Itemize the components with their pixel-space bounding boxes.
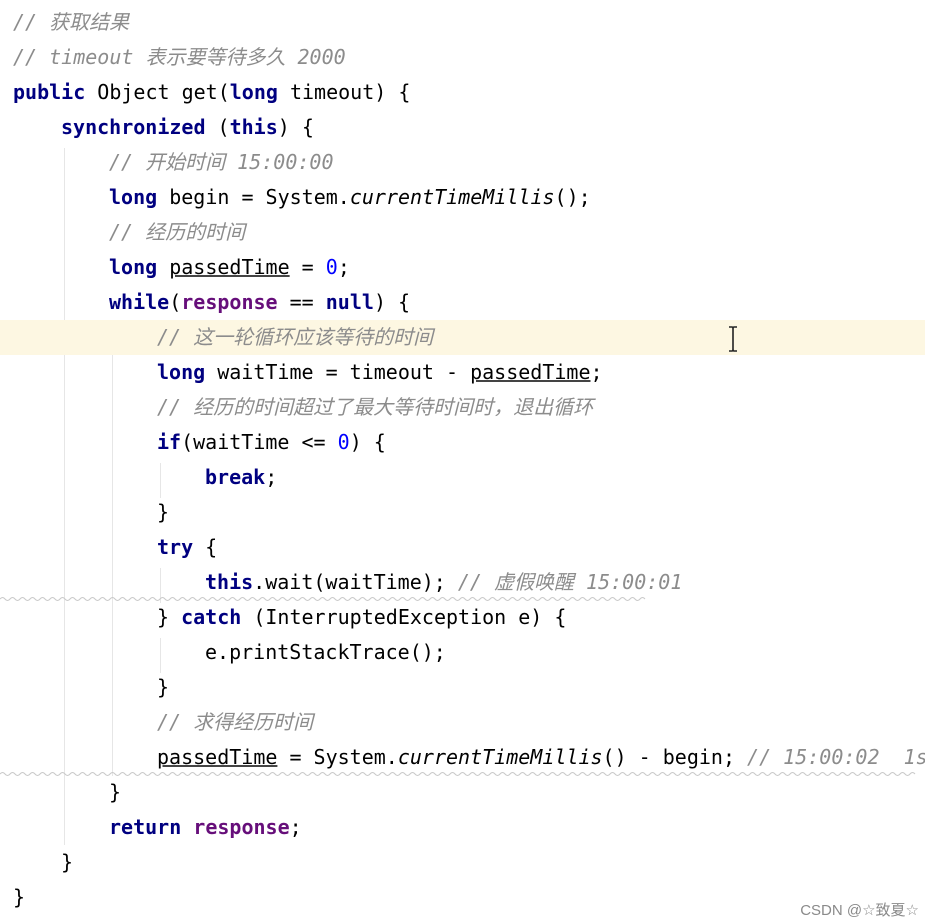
warning-squiggle: [0, 772, 916, 776]
keyword-token: while: [109, 290, 170, 314]
comment-token: // 获取结果: [13, 10, 130, 34]
code-line[interactable]: // 求得经历时间: [0, 705, 925, 740]
code-token: ) {: [277, 115, 314, 139]
comment-token: // 15:00:02 1s: [747, 745, 925, 769]
code-line[interactable]: synchronized (this) {: [0, 110, 925, 145]
code-token: timeout) {: [289, 80, 411, 104]
number-literal: 0: [325, 255, 338, 279]
field-token: response: [181, 290, 278, 314]
code-line[interactable]: long waitTime = timeout - passedTime;: [0, 355, 925, 390]
comment-token: // 这一轮循环应该等待的时间: [157, 325, 434, 349]
text-cursor-icon: [729, 326, 737, 352]
code-line[interactable]: while(response == null) {: [0, 285, 925, 320]
comment-token: // 虚假唤醒 15:00:01: [457, 570, 683, 594]
code-token: }: [157, 675, 170, 699]
code-token: =: [289, 255, 326, 279]
comment-token: // 经历的时间超过了最大等待时间时，退出循环: [157, 395, 594, 419]
code-line[interactable]: // 获取结果: [0, 5, 925, 40]
code-line[interactable]: }: [0, 670, 925, 705]
code-line[interactable]: long begin = System.currentTimeMillis();: [0, 180, 925, 215]
keyword-token: long: [109, 185, 170, 209]
code-editor[interactable]: // 获取结果 // timeout 表示要等待多久 2000 public Obj…: [0, 0, 925, 922]
warning-squiggle: [0, 597, 646, 601]
code-token: ;: [337, 255, 350, 279]
keyword-token: if: [157, 430, 182, 454]
code-token: ) {: [349, 430, 386, 454]
code-token: ;: [265, 465, 278, 489]
code-line[interactable]: break;: [0, 460, 925, 495]
comment-token: // 开始时间 15:00:00: [109, 150, 334, 174]
code-token: }: [61, 850, 74, 874]
code-line[interactable]: }: [0, 495, 925, 530]
number-literal: 0: [337, 430, 350, 454]
code-line[interactable]: // 经历的时间: [0, 215, 925, 250]
keyword-token: this: [229, 115, 278, 139]
code-line[interactable]: }: [0, 775, 925, 810]
variable-token: passedTime: [470, 360, 591, 384]
code-token: () - begin;: [602, 745, 748, 769]
keyword-token: long: [109, 255, 170, 279]
keyword-token: null: [325, 290, 374, 314]
code-line[interactable]: // 开始时间 15:00:00: [0, 145, 925, 180]
keyword-token: this: [205, 570, 254, 594]
static-method-token: currentTimeMillis: [397, 745, 603, 769]
code-line[interactable]: // timeout 表示要等待多久 2000: [0, 40, 925, 75]
code-token: = System.: [277, 745, 398, 769]
code-line[interactable]: }: [0, 845, 925, 880]
code-token: begin = System.: [169, 185, 350, 209]
code-token: (waitTime <=: [181, 430, 338, 454]
keyword-token: break: [205, 465, 266, 489]
code-token: }: [157, 500, 170, 524]
code-line[interactable]: long passedTime = 0;: [0, 250, 925, 285]
code-line[interactable]: passedTime = System.currentTimeMillis() …: [0, 740, 925, 775]
code-line[interactable]: try {: [0, 530, 925, 565]
variable-token: passedTime: [157, 745, 278, 769]
code-token: e.printStackTrace();: [205, 640, 446, 664]
variable-token: passedTime: [169, 255, 290, 279]
code-token: ;: [590, 360, 603, 384]
keyword-token: return: [109, 815, 194, 839]
code-token: }: [13, 885, 26, 909]
code-line[interactable]: } catch (InterruptedException e) {: [0, 600, 925, 635]
code-token: }: [109, 780, 122, 804]
code-token: (InterruptedException e) {: [253, 605, 567, 629]
keyword-token: public: [13, 80, 98, 104]
watermark: CSDN @☆致夏☆: [800, 902, 919, 919]
comment-token: // timeout 表示要等待多久 2000: [13, 45, 346, 69]
code-token: }: [157, 605, 182, 629]
code-token: ;: [289, 815, 302, 839]
code-token: ==: [277, 290, 326, 314]
field-token: response: [193, 815, 290, 839]
code-line[interactable]: // 经历的时间超过了最大等待时间时，退出循环: [0, 390, 925, 425]
code-token: ) {: [373, 290, 411, 314]
keyword-token: synchronized: [61, 115, 218, 139]
keyword-token: long: [229, 80, 290, 104]
code-token: (: [217, 115, 230, 139]
code-token: (: [169, 290, 182, 314]
keyword-token: long: [157, 360, 218, 384]
code-line[interactable]: return response;: [0, 810, 925, 845]
comment-token: // 经历的时间: [109, 220, 246, 244]
code-line[interactable]: this.wait(waitTime); // 虚假唤醒 15:00:01: [0, 565, 925, 600]
code-token: {: [205, 535, 218, 559]
comment-token: // 求得经历时间: [157, 710, 314, 734]
static-method-token: currentTimeMillis: [349, 185, 555, 209]
keyword-token: catch: [181, 605, 254, 629]
code-line[interactable]: e.printStackTrace();: [0, 635, 925, 670]
code-token: waitTime = timeout -: [217, 360, 471, 384]
code-line[interactable]: public Object get(long timeout) {: [0, 75, 925, 110]
code-token: .wait(waitTime);: [253, 570, 458, 594]
code-token: ();: [554, 185, 591, 209]
code-line[interactable]: }: [0, 880, 925, 915]
keyword-token: try: [157, 535, 206, 559]
code-line[interactable]: if(waitTime <= 0) {: [0, 425, 925, 460]
code-token: Object get(: [97, 80, 230, 104]
code-line-current[interactable]: // 这一轮循环应该等待的时间: [0, 320, 925, 355]
